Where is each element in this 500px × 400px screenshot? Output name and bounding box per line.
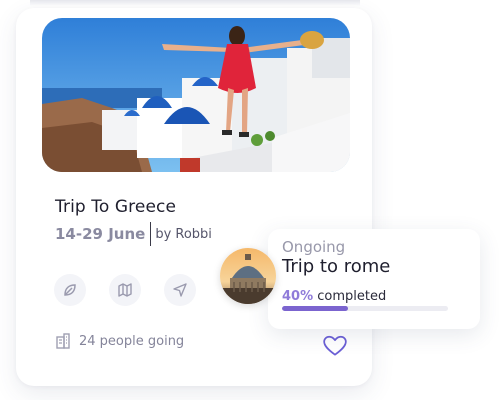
progress-text: 40% completed <box>282 289 386 304</box>
building-icon <box>56 333 70 349</box>
trip-photo <box>42 18 350 172</box>
ongoing-trip-title: Trip to rome <box>282 256 391 277</box>
navigation-arrow-icon <box>173 283 187 297</box>
trip-host: by Robbi <box>155 226 212 242</box>
heart-icon <box>323 335 347 356</box>
people-going: 24 people going <box>55 333 184 349</box>
map-icon <box>118 283 132 297</box>
map-button[interactable] <box>109 274 141 306</box>
trip-dates: 14-29 June <box>55 225 146 243</box>
people-count: 24 people going <box>79 333 185 349</box>
progress-percent: 40% <box>282 289 314 304</box>
text-cursor <box>150 222 152 246</box>
progress-bar <box>282 306 448 311</box>
progress-fill <box>282 306 349 311</box>
leaf-button[interactable] <box>54 274 86 306</box>
leaf-icon <box>64 284 76 296</box>
progress-label: completed <box>317 289 387 304</box>
trip-status: Ongoing <box>282 238 346 256</box>
header-shadow <box>30 0 360 6</box>
rome-thumbnail <box>220 248 276 304</box>
navigation-button[interactable] <box>164 274 196 306</box>
favorite-button[interactable] <box>322 333 348 359</box>
trip-meta: 14-29 June by Robbi <box>55 222 212 246</box>
trip-title: Trip To Greece <box>55 197 177 217</box>
